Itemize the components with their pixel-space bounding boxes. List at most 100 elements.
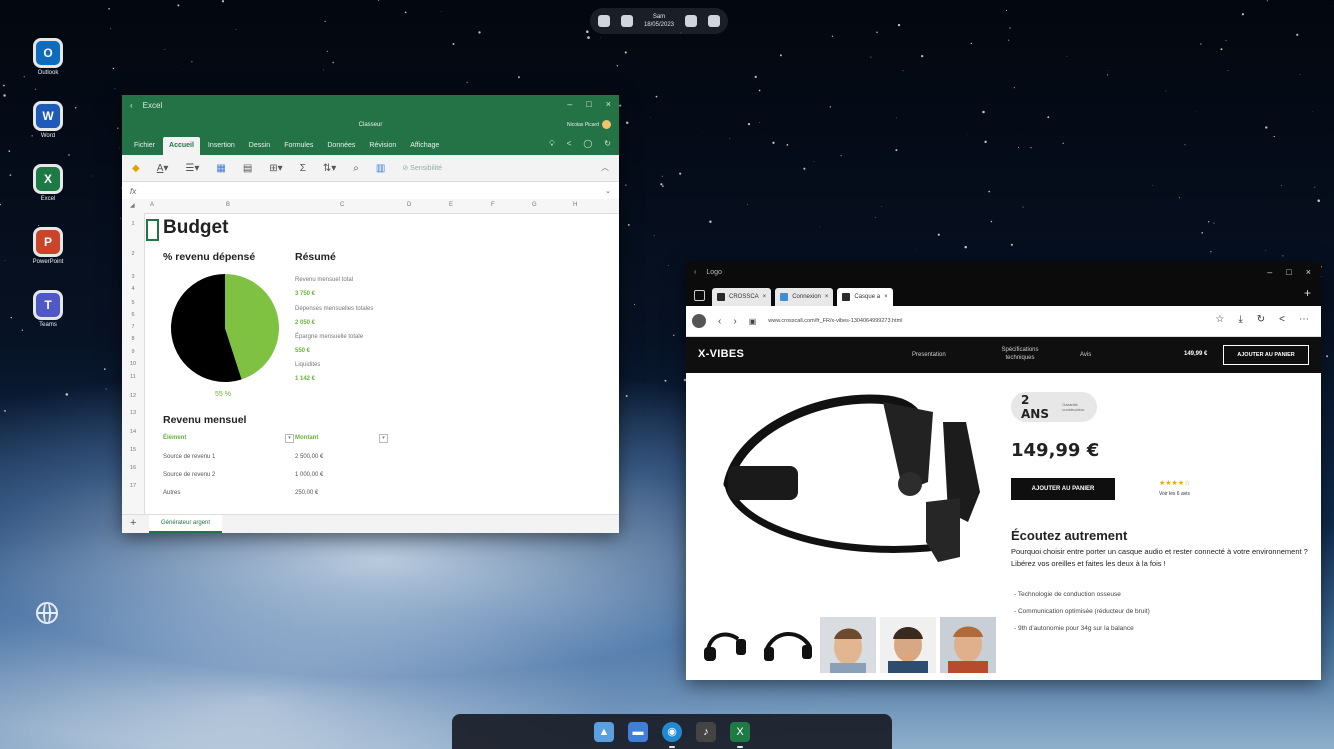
sensitivity-button[interactable]: ⊘ Sensibilité [402,164,442,172]
row-header[interactable]: 17 [122,483,144,489]
tab-revision[interactable]: Révision [363,137,402,155]
back-arrow-icon[interactable]: ‹ [718,316,721,327]
tab-fichier[interactable]: Fichier [128,137,161,155]
user-account[interactable]: Nicolas Picard [567,120,611,129]
filter-dropdown-icon[interactable]: ▾ [379,434,388,443]
forward-arrow-icon[interactable]: › [733,316,736,327]
row-header[interactable]: 4 [122,286,144,292]
filter-dropdown-icon[interactable]: ▾ [285,434,294,443]
url-field[interactable]: www.crosscall.com/fr_FR/x-vibes-13040649… [768,318,902,324]
tab-dessin[interactable]: Dessin [243,137,276,155]
row-header[interactable]: 9 [122,349,144,355]
sort-filter-icon[interactable]: ⇅▾ [323,163,336,174]
table-cell-amount[interactable]: 250,00 € [295,490,318,496]
row-header[interactable]: 7 [122,324,144,330]
download-icon[interactable]: ⤓ [1238,314,1242,325]
column-header[interactable]: A [150,202,154,208]
row-header[interactable]: 12 [122,393,144,399]
tab-insertion[interactable]: Insertion [202,137,241,155]
column-header[interactable]: H [573,202,577,208]
tab-donnees[interactable]: Données [321,137,361,155]
back-icon[interactable]: ‹ [694,269,696,276]
browser-tab[interactable]: Casque a × [837,288,893,306]
table-cell-item[interactable]: Autres [163,490,180,496]
more-icon[interactable]: ⋯ [1299,314,1309,325]
battery-icon[interactable] [707,15,720,27]
close-tab-icon[interactable]: × [763,294,767,300]
settings-icon[interactable] [620,15,633,27]
browser-tab[interactable]: CROSSCA × [712,288,772,306]
desktop-icon-word[interactable]: W Word [30,104,66,139]
sheet-tab[interactable]: Générateur argent [149,515,223,533]
thumbnail-headset-front[interactable] [700,617,756,673]
column-header[interactable]: B [226,202,230,208]
add-to-cart-button[interactable]: AJOUTER AU PANIER [1011,478,1115,500]
row-header[interactable]: 5 [122,300,144,306]
browser-icon[interactable]: ◉ [662,721,682,748]
thumbnail-headset-side[interactable] [760,617,816,673]
align-icon[interactable]: ☰▾ [185,163,199,174]
photos-icon[interactable]: ▲ [594,721,614,742]
column-header[interactable]: G [532,202,537,208]
desktop-icon-excel[interactable]: X Excel [30,167,66,202]
row-header[interactable]: 3 [122,274,144,280]
tab-accueil[interactable]: Accueil [163,137,200,155]
add-sheet-icon[interactable]: + [130,517,136,529]
back-icon[interactable]: ‹ [130,101,133,110]
row-header[interactable]: 10 [122,361,144,367]
fill-color-icon[interactable]: ◆ [132,163,140,174]
analyze-data-icon[interactable]: ▥ [376,163,385,174]
selected-cell[interactable] [146,219,159,241]
profile-icon[interactable] [692,314,706,328]
conditional-format-icon[interactable]: ▤ [243,163,252,174]
find-icon[interactable]: ⌕ [353,163,359,174]
browser-tab[interactable]: Connexion × [775,288,834,306]
row-header[interactable]: 8 [122,336,144,342]
reload-icon[interactable]: ↻ [1257,314,1265,325]
column-header[interactable]: F [491,202,495,208]
minimize-icon[interactable]: – [1267,267,1272,277]
globe-icon[interactable] [36,602,58,624]
close-icon[interactable]: × [606,99,611,109]
table-cell-amount[interactable]: 1 000,00 € [295,472,323,478]
minimize-icon[interactable]: – [567,99,572,109]
thumbnail-lifestyle-1[interactable] [820,617,876,673]
close-icon[interactable]: × [1306,267,1311,277]
files-icon[interactable]: ▬ [628,721,648,742]
site-logo[interactable]: X-VIBES [698,348,744,360]
chevron-down-icon[interactable]: ⌄ [605,187,611,195]
nav-link-specs[interactable]: Spécifications techniques [991,346,1049,362]
tab-formules[interactable]: Formules [278,137,319,155]
row-header[interactable]: 6 [122,312,144,318]
browser-window[interactable]: ‹ Logo – □ × CROSSCA × Connexion × Casqu… [686,262,1321,680]
row-header[interactable]: 11 [122,374,144,380]
history-icon[interactable]: ↻ [604,139,611,149]
thumbnail-lifestyle-3[interactable] [940,617,996,673]
font-color-icon[interactable]: A▾ [157,163,169,174]
desktop-icon-teams[interactable]: T Teams [30,293,66,328]
column-header[interactable]: C [340,202,344,208]
lightbulb-icon[interactable]: 💡︎ [549,139,555,149]
select-all-icon[interactable]: ◢ [130,202,135,209]
tab-affichage[interactable]: Affichage [404,137,445,155]
collapse-ribbon-icon[interactable]: ︿ [601,162,609,173]
excel-window[interactable]: ‹ Excel – □ × Classeur Nicolas Picard Fi… [122,95,619,533]
desktop-icon-outlook[interactable]: O Outlook [30,41,66,76]
nav-link-presentation[interactable]: Presentation [912,351,946,359]
spreadsheet-grid[interactable]: ◢ A B C D E F G H 1 2 3 4 5 6 7 8 9 10 11 12 13 14 15 1… [122,199,619,533]
row-header[interactable]: 13 [122,410,144,416]
music-icon[interactable]: ♪ [696,721,716,742]
column-header[interactable]: E [449,202,453,208]
row-header[interactable]: 16 [122,465,144,471]
row-header[interactable]: 15 [122,447,144,453]
row-header[interactable]: 2 [122,251,144,257]
star-icon[interactable]: ☆ [1215,314,1224,325]
excel-titlebar[interactable]: ‹ Excel – □ × [122,95,619,116]
table-cell-item[interactable]: Source de revenu 2 [163,472,215,478]
insert-cells-icon[interactable]: ⊞▾ [269,163,282,174]
nav-link-reviews[interactable]: Avis [1080,351,1091,359]
new-tab-icon[interactable]: + [1304,286,1311,300]
row-header[interactable]: 1 [122,221,144,227]
maximize-icon[interactable]: □ [586,99,591,109]
number-format-icon[interactable]: ▦ [216,163,225,174]
